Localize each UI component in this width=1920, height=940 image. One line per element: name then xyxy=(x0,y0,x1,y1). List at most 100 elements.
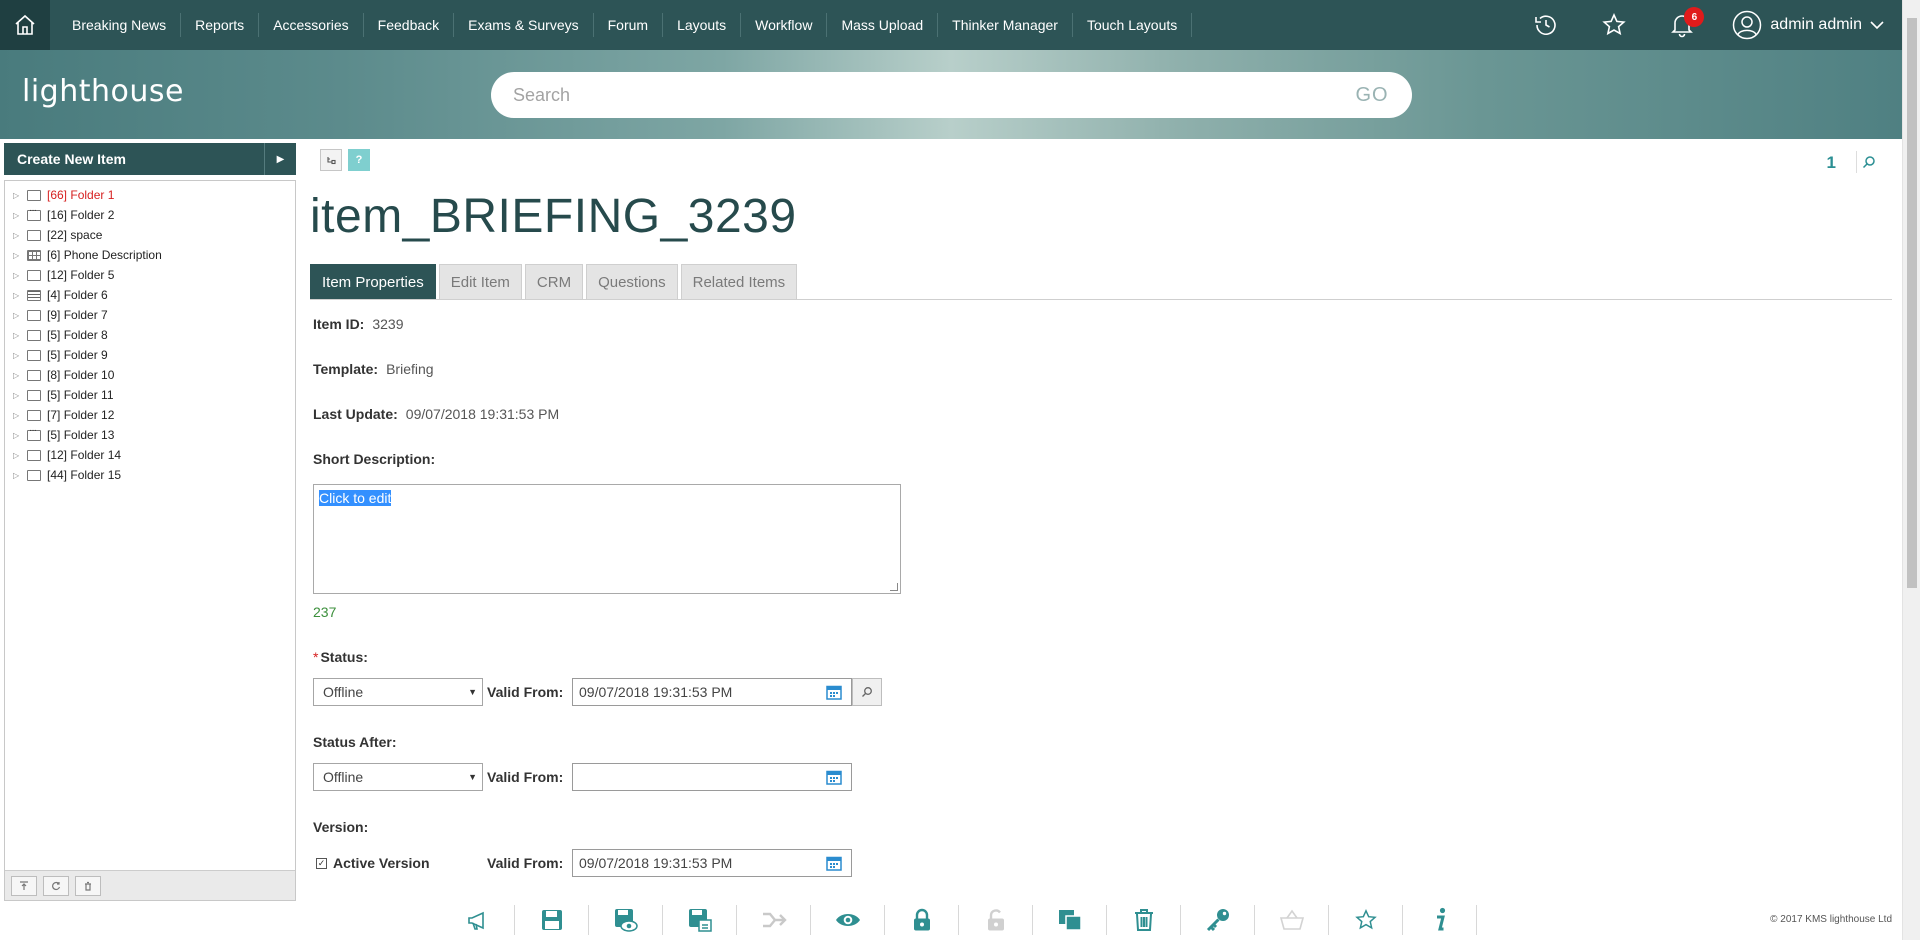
workflow-button[interactable] xyxy=(737,905,811,935)
page-scrollbar[interactable] xyxy=(1902,0,1920,940)
tab-related-items[interactable]: Related Items xyxy=(680,264,798,299)
expand-arrow-icon[interactable]: ▷ xyxy=(13,451,23,460)
unlock-button[interactable] xyxy=(959,905,1033,935)
item-id-label: Item ID: xyxy=(313,316,365,332)
expand-arrow-icon[interactable]: ▷ xyxy=(13,211,23,220)
folder-icon xyxy=(27,409,41,421)
tree-item[interactable]: ▷ [16] Folder 2 xyxy=(5,205,295,225)
active-version-checkbox[interactable]: ✓ Active Version xyxy=(316,855,430,871)
tree-item[interactable]: ▷ [44] Folder 15 xyxy=(5,465,295,485)
tree-item[interactable]: ▷ [12] Folder 14 xyxy=(5,445,295,465)
announce-button[interactable] xyxy=(441,905,515,935)
tree-locate-button[interactable] xyxy=(320,149,342,171)
tree-item[interactable]: ▷ [22] space xyxy=(5,225,295,245)
checkbox-checked-icon[interactable]: ✓ xyxy=(316,857,327,869)
user-menu[interactable]: admin admin xyxy=(1716,0,1902,50)
tree-item[interactable]: ▷ [4] Folder 6 xyxy=(5,285,295,305)
status-valid-from-value: 09/07/2018 19:31:53 PM xyxy=(579,684,733,700)
short-description-textarea[interactable]: Click to edit xyxy=(313,484,901,594)
save-button[interactable] xyxy=(515,905,589,935)
expand-arrow-icon[interactable]: ▷ xyxy=(13,431,23,440)
history-button[interactable] xyxy=(1512,0,1580,50)
tree-item[interactable]: ▷ [5] Folder 9 xyxy=(5,345,295,365)
tree-item[interactable]: ▷ [7] Folder 12 xyxy=(5,405,295,425)
calendar-icon[interactable] xyxy=(826,684,842,700)
expand-arrow-icon[interactable]: ▷ xyxy=(13,191,23,200)
caret-right-icon[interactable]: ▶ xyxy=(264,143,296,175)
nav-forum[interactable]: Forum xyxy=(594,13,664,37)
expand-arrow-icon[interactable]: ▷ xyxy=(13,411,23,420)
expand-arrow-icon[interactable]: ▷ xyxy=(13,231,23,240)
add-favorite-button[interactable] xyxy=(1329,905,1403,935)
save-close-button[interactable] xyxy=(663,905,737,935)
page-number[interactable]: 1 xyxy=(1827,153,1836,173)
page-search-button[interactable] xyxy=(1856,151,1880,173)
main-content: ? 1 item_BRIEFING_3239 Item Properties E… xyxy=(310,143,1892,903)
nav-exams-surveys[interactable]: Exams & Surveys xyxy=(454,13,594,37)
expand-arrow-icon[interactable]: ▷ xyxy=(13,391,23,400)
save-close-icon xyxy=(688,909,712,932)
tree-item[interactable]: ▷ [5] Folder 13 xyxy=(5,425,295,445)
permissions-button[interactable] xyxy=(1181,905,1255,935)
expand-arrow-icon[interactable]: ▷ xyxy=(13,331,23,340)
item-info-button[interactable] xyxy=(1403,905,1477,935)
page-title: item_BRIEFING_3239 xyxy=(310,190,797,243)
nav-breaking-news[interactable]: Breaking News xyxy=(58,13,182,37)
nav-workflow[interactable]: Workflow xyxy=(741,13,828,37)
status-after-select[interactable]: Offline ▼ xyxy=(313,763,483,791)
expand-arrow-icon[interactable]: ▷ xyxy=(13,251,23,260)
expand-arrow-icon[interactable]: ▷ xyxy=(13,471,23,480)
tree-item-count: [7] xyxy=(47,408,61,422)
delete-tree-item-button[interactable] xyxy=(75,875,101,896)
refresh-tree-button[interactable] xyxy=(43,875,69,896)
favorites-button[interactable] xyxy=(1580,0,1648,50)
scrollbar-thumb[interactable] xyxy=(1907,18,1917,588)
tree-item[interactable]: ▷ [6] Phone Description xyxy=(5,245,295,265)
add-to-basket-button[interactable] xyxy=(1255,905,1329,935)
user-name: admin admin xyxy=(1770,16,1862,33)
resize-handle[interactable] xyxy=(890,583,898,591)
calendar-icon[interactable] xyxy=(826,769,842,785)
save-preview-button[interactable] xyxy=(589,905,663,935)
status-valid-from-input[interactable]: 09/07/2018 19:31:53 PM xyxy=(572,678,852,706)
home-button[interactable] xyxy=(0,0,50,50)
tree-item-count: [5] xyxy=(47,428,61,442)
status-after-valid-from-input[interactable] xyxy=(572,763,852,791)
tree-item[interactable]: ▷ [66] Folder 1 xyxy=(5,185,295,205)
collapse-all-button[interactable] xyxy=(11,875,37,896)
nav-layouts[interactable]: Layouts xyxy=(663,13,742,37)
nav-feedback[interactable]: Feedback xyxy=(364,13,455,37)
tree-item[interactable]: ▷ [12] Folder 5 xyxy=(5,265,295,285)
tab-edit-item[interactable]: Edit Item xyxy=(438,264,522,299)
tree-item[interactable]: ▷ [9] Folder 7 xyxy=(5,305,295,325)
tree-item[interactable]: ▷ [8] Folder 10 xyxy=(5,365,295,385)
tab-item-properties[interactable]: Item Properties xyxy=(310,264,436,299)
duplicate-button[interactable] xyxy=(1033,905,1107,935)
help-button[interactable]: ? xyxy=(348,149,370,171)
delete-button[interactable] xyxy=(1107,905,1181,935)
expand-arrow-icon[interactable]: ▷ xyxy=(13,351,23,360)
preview-button[interactable] xyxy=(811,905,885,935)
expand-arrow-icon[interactable]: ▷ xyxy=(13,311,23,320)
nav-thinker-manager[interactable]: Thinker Manager xyxy=(938,13,1073,37)
expand-arrow-icon[interactable]: ▷ xyxy=(13,291,23,300)
create-new-item-button[interactable]: Create New Item ▶ xyxy=(4,143,296,175)
expand-arrow-icon[interactable]: ▷ xyxy=(13,371,23,380)
tree-item[interactable]: ▷ [5] Folder 11 xyxy=(5,385,295,405)
tab-questions[interactable]: Questions xyxy=(586,264,678,299)
version-valid-from-input[interactable]: 09/07/2018 19:31:53 PM xyxy=(572,849,852,877)
status-lookup-button[interactable] xyxy=(852,678,882,706)
nav-mass-upload[interactable]: Mass Upload xyxy=(827,13,939,37)
nav-touch-layouts[interactable]: Touch Layouts xyxy=(1073,13,1193,37)
calendar-icon[interactable] xyxy=(826,855,842,871)
nav-accessories[interactable]: Accessories xyxy=(259,13,364,37)
tree-item[interactable]: ▷ [5] Folder 8 xyxy=(5,325,295,345)
lock-button[interactable] xyxy=(885,905,959,935)
nav-reports[interactable]: Reports xyxy=(181,13,260,37)
tab-crm[interactable]: CRM xyxy=(524,264,584,299)
status-select[interactable]: Offline ▼ xyxy=(313,678,483,706)
notifications-button[interactable]: 6 xyxy=(1648,0,1716,50)
search-go-button[interactable]: GO xyxy=(1332,84,1412,107)
search-input[interactable] xyxy=(491,84,1332,106)
expand-arrow-icon[interactable]: ▷ xyxy=(13,271,23,280)
